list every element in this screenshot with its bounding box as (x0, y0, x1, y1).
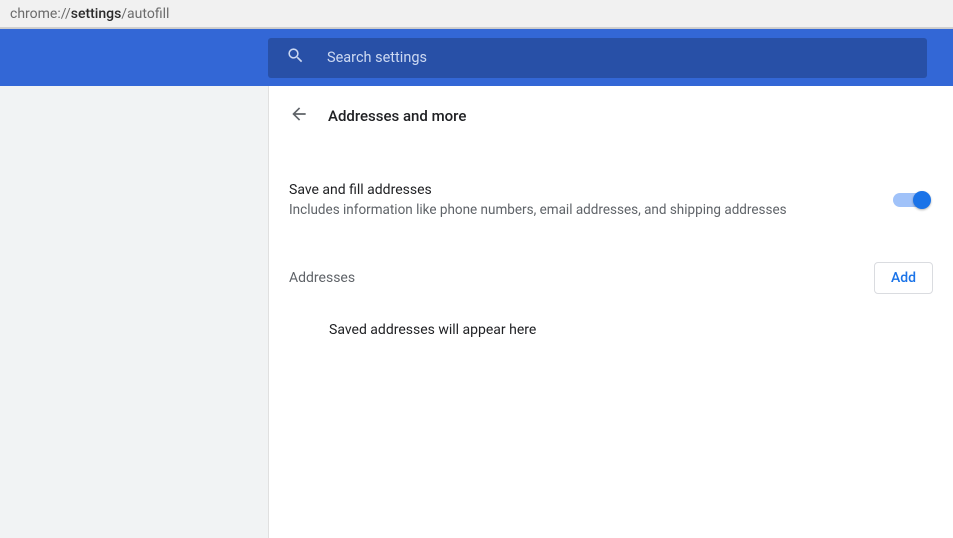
content-row: Addresses and more Save and fill address… (0, 86, 953, 538)
save-fill-row: Save and fill addresses Includes informa… (269, 166, 953, 218)
save-fill-subtitle: Includes information like phone numbers,… (289, 202, 787, 218)
url-path: /autofill (121, 6, 169, 22)
add-button[interactable]: Add (874, 262, 933, 294)
search-container[interactable] (268, 38, 927, 78)
search-input[interactable] (327, 49, 909, 66)
page-header: Addresses and more (269, 86, 953, 136)
search-icon (286, 46, 305, 69)
main-panel: Addresses and more Save and fill address… (268, 86, 953, 538)
save-fill-text: Save and fill addresses Includes informa… (289, 182, 787, 218)
save-fill-toggle[interactable] (893, 193, 927, 207)
addresses-empty-text: Saved addresses will appear here (269, 294, 953, 338)
save-fill-title: Save and fill addresses (289, 182, 787, 198)
page-title: Addresses and more (328, 107, 466, 125)
toggle-knob (913, 191, 931, 209)
back-arrow-icon[interactable] (289, 104, 309, 128)
url-prefix: chrome:// (10, 6, 71, 22)
addresses-section-header: Addresses Add (269, 262, 953, 294)
left-panel (0, 86, 268, 538)
url-host: settings (71, 6, 122, 22)
addresses-label: Addresses (289, 270, 355, 286)
header-bar (0, 28, 953, 86)
url-bar[interactable]: chrome://settings/autofill (0, 0, 953, 28)
